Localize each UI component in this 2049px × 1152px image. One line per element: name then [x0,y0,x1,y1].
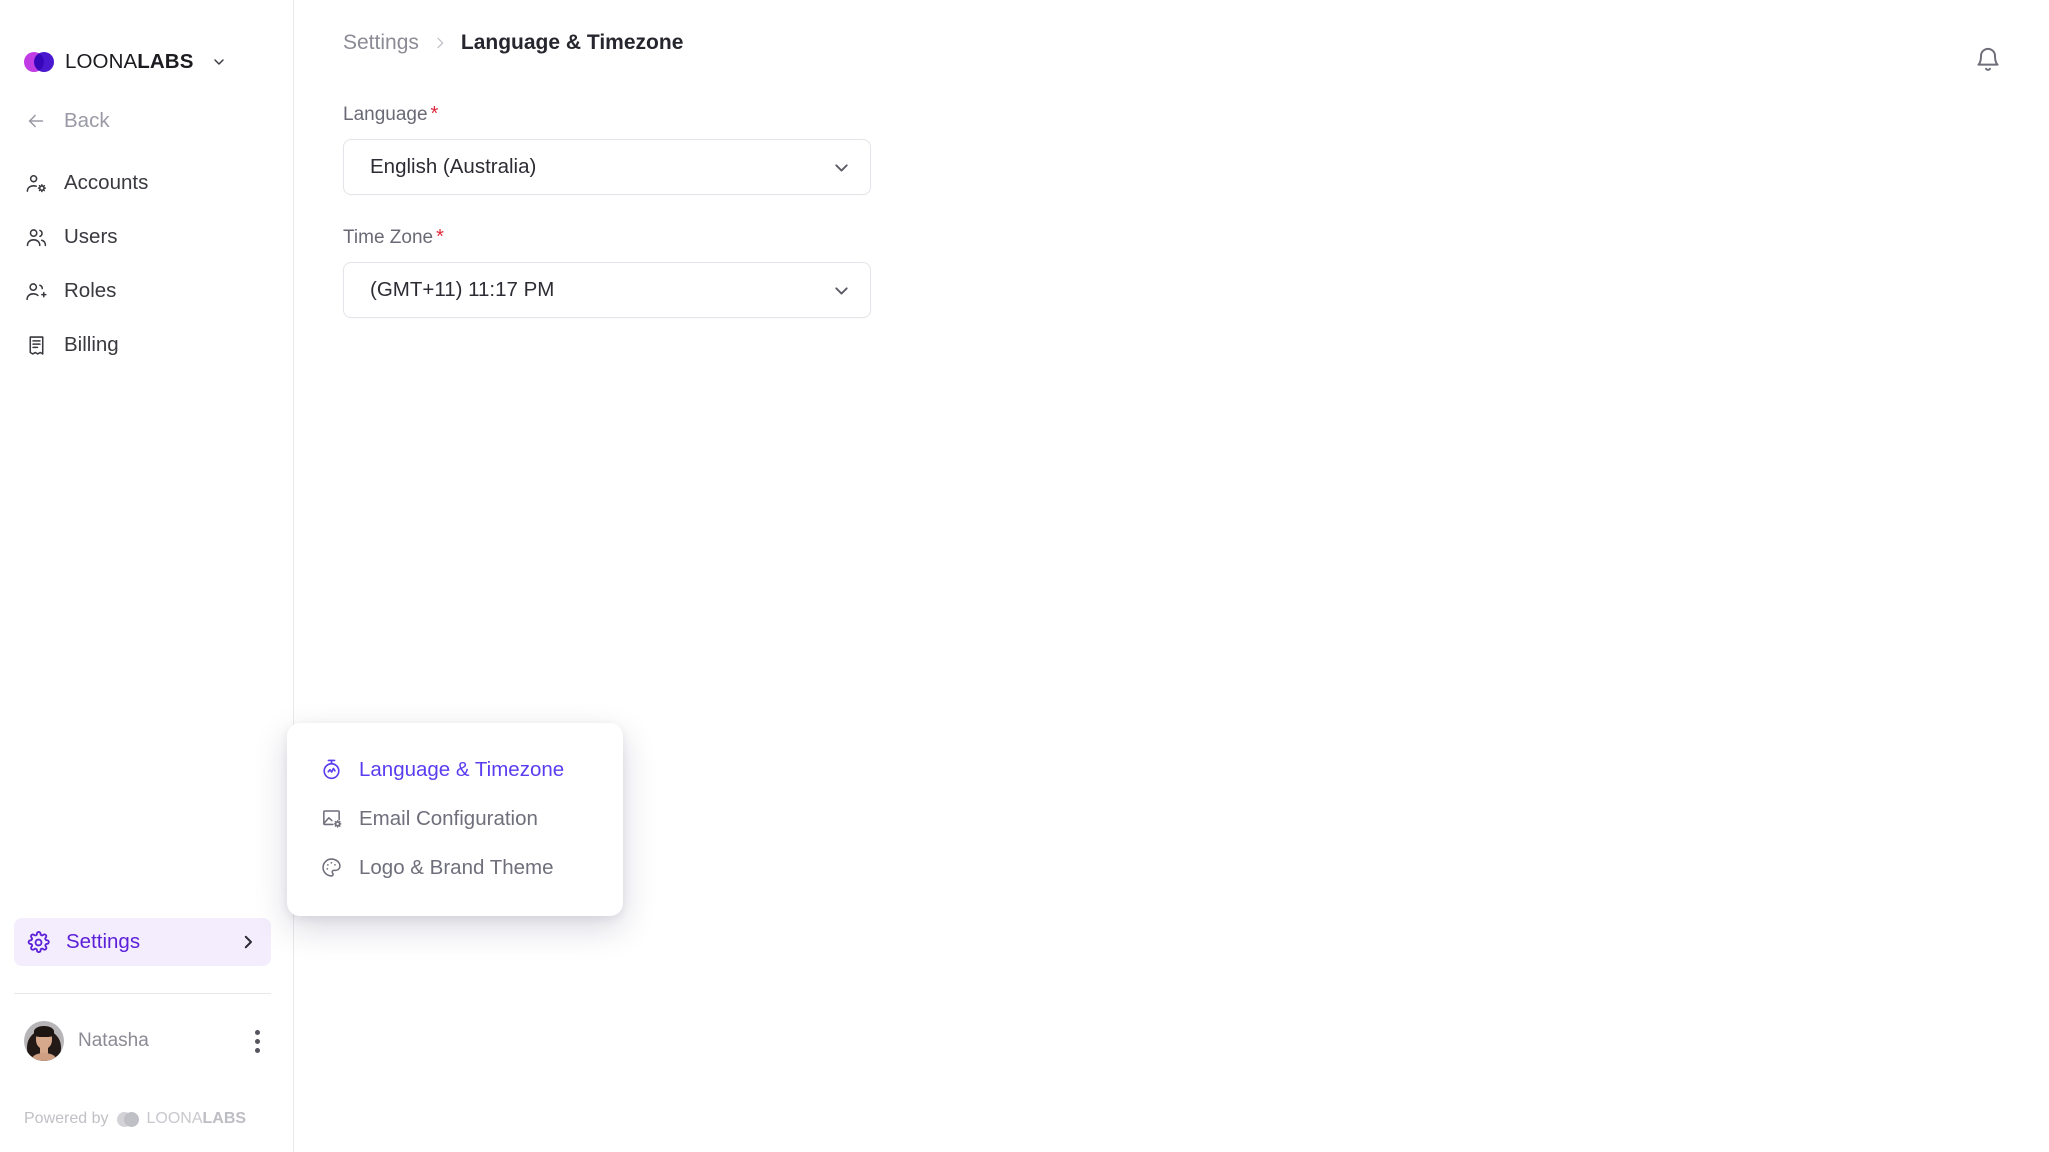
sidebar-item-accounts[interactable]: Accounts [0,156,293,210]
gear-icon [26,930,50,954]
timezone-select-value: (GMT+11) 11:17 PM [370,278,555,301]
users-icon [24,225,48,249]
sidebar: LOONALABS Back Accounts Users Roles Bill… [0,0,294,1152]
powered-by-brand: LOONALABS [147,1110,247,1128]
sidebar-item-label: Accounts [64,171,149,194]
brand-name-bold: LABS [137,50,194,73]
sidebar-item-label: Back [64,109,110,132]
sidebar-item-billing[interactable]: Billing [0,318,293,372]
user-name: Natasha [78,1030,149,1051]
sidebar-item-roles[interactable]: Roles [0,264,293,318]
breadcrumb: Settings Language & Timezone [294,31,683,55]
loonalabs-logo-icon [116,1111,139,1127]
language-label-text: Language [343,104,428,125]
required-marker: * [430,103,439,125]
powered-by-label: Powered by [24,1110,109,1127]
brand-name-regular: LOONA [65,50,138,73]
required-marker: * [436,226,444,248]
receipt-icon [24,333,48,357]
sidebar-item-label: Users [64,225,118,248]
popup-item-logo-brand-theme[interactable]: Logo & Brand Theme [287,843,623,892]
popup-item-label: Email Configuration [359,806,538,830]
popup-item-label: Logo & Brand Theme [359,855,554,879]
chevron-right-icon [432,35,448,51]
sidebar-item-back[interactable]: Back [0,94,293,148]
stopwatch-icon [319,758,343,782]
powered-by-footer: Powered by LOONALABS [0,1110,293,1152]
bell-icon[interactable] [1974,46,2002,74]
sidebar-item-settings[interactable]: Settings [14,918,271,966]
popup-item-language-timezone[interactable]: Language & Timezone [287,745,623,794]
timezone-label-text: Time Zone [343,227,434,248]
chevron-down-icon[interactable] [211,54,227,70]
settings-submenu-popup: Language & Timezone Email Configuration … [287,723,623,916]
sidebar-user-row[interactable]: Natasha [0,994,293,1066]
popup-item-label: Language & Timezone [359,757,565,781]
user-plus-icon [24,279,48,303]
powered-by-brand-bold: LABS [202,1110,247,1127]
sidebar-item-users[interactable]: Users [0,210,293,264]
field-gap [343,195,2049,226]
user-gear-icon [24,171,48,195]
sidebar-item-label: Billing [64,333,119,356]
breadcrumb-parent[interactable]: Settings [343,31,419,55]
sidebar-item-label: Settings [66,930,141,953]
brand-header[interactable]: LOONALABS [0,0,293,84]
breadcrumb-current: Language & Timezone [460,31,684,54]
timezone-field-label: Time Zone * [343,226,2049,249]
avatar [24,1021,64,1061]
arrow-left-icon [24,109,48,133]
language-select[interactable]: English (Australia) [343,139,871,195]
chevron-down-icon [831,280,852,301]
image-gear-icon [319,807,343,831]
three-dots-vertical-icon[interactable] [243,1027,271,1055]
loonalabs-logo-icon [24,52,54,72]
topbar: Settings Language & Timezone [294,0,2049,86]
sidebar-item-label: Roles [64,279,117,302]
palette-icon [319,856,343,880]
chevron-right-icon [239,933,257,951]
language-select-value: English (Australia) [370,155,537,178]
language-field-label: Language * [343,103,2049,126]
brand-name: LOONALABS [65,50,194,74]
app-root: LOONALABS Back Accounts Users Roles Bill… [0,0,2049,1152]
settings-form: Language * English (Australia) Time Zone *… [294,86,2049,318]
popup-item-email-configuration[interactable]: Email Configuration [287,794,623,843]
timezone-select[interactable]: (GMT+11) 11:17 PM [343,262,871,318]
main-content: Settings Language & Timezone Language * E… [294,0,2049,1152]
chevron-down-icon [831,157,852,178]
powered-by-brand-regular: LOONA [146,1110,203,1127]
sidebar-nav: Back Accounts Users Roles Billing [0,94,293,372]
